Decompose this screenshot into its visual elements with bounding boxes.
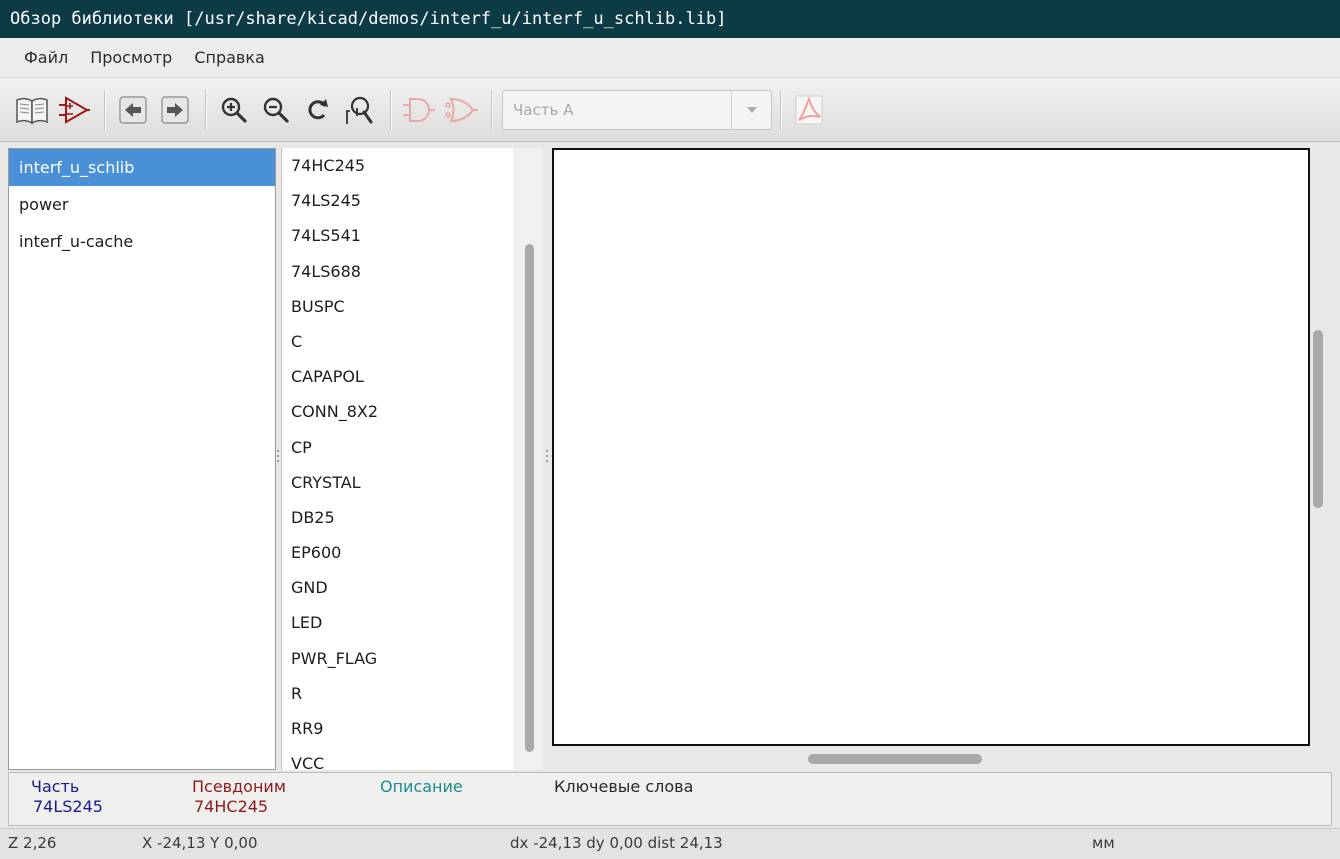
menu-file[interactable]: Файл <box>24 48 68 67</box>
component-info-panel: Часть 74LS245 Псевдоним 74HC245 Описание… <box>8 772 1332 826</box>
component-item[interactable]: C <box>282 324 543 359</box>
component-item[interactable]: 74LS541 <box>282 218 543 253</box>
splitter-handle[interactable] <box>545 448 549 462</box>
keywords-label: Ключевые слова <box>554 777 694 796</box>
component-item[interactable]: R <box>282 676 543 711</box>
library-item[interactable]: interf_u-cache <box>9 223 275 260</box>
component-list[interactable]: 74HC245 74LS245 74LS541 74LS688 BUSPC C … <box>281 148 543 770</box>
body-style-normal-icon <box>403 97 435 122</box>
component-item[interactable]: GND <box>282 570 543 605</box>
menu-help[interactable]: Справка <box>194 48 265 67</box>
description-info: Описание <box>380 777 463 797</box>
component-item[interactable]: CRYSTAL <box>282 465 543 500</box>
alias-label: Псевдоним <box>192 777 286 796</box>
library-select-button[interactable] <box>12 88 52 132</box>
previous-icon <box>119 95 147 124</box>
part-label: Часть <box>31 777 80 796</box>
component-scrollbar[interactable] <box>513 148 543 770</box>
alias-info: Псевдоним 74HC245 <box>192 777 286 817</box>
component-item[interactable]: DB25 <box>282 500 543 535</box>
part-value: 74LS245 <box>33 797 103 816</box>
menu-view[interactable]: Просмотр <box>90 48 172 67</box>
zoom-redraw-button[interactable] <box>298 88 338 132</box>
component-item[interactable]: PWR_FLAG <box>282 641 543 676</box>
component-item[interactable]: 74HC245 <box>282 148 543 183</box>
status-coords: X -24,13 Y 0,00 <box>142 834 258 852</box>
main-area: interf_u_schlib power interf_u-cache 74H… <box>0 142 1340 772</box>
splitter-handle[interactable] <box>276 448 280 462</box>
previous-button[interactable] <box>113 88 153 132</box>
chevron-down-icon <box>731 90 771 129</box>
component-item[interactable]: VCC <box>282 746 543 770</box>
component-select-button[interactable] <box>54 88 94 132</box>
library-item[interactable]: interf_u_schlib <box>9 149 275 186</box>
pdf-datasheet-button[interactable] <box>789 88 829 132</box>
pdf-datasheet-icon <box>795 95 823 124</box>
component-item[interactable]: BUSPC <box>282 289 543 324</box>
toolbar: Часть A <box>0 78 1340 142</box>
component-item[interactable]: CP <box>282 430 543 465</box>
scrollbar-thumb[interactable] <box>525 244 534 752</box>
library-list[interactable]: interf_u_schlib power interf_u-cache <box>8 148 276 770</box>
library-select-icon <box>16 97 48 124</box>
component-item[interactable]: RR9 <box>282 711 543 746</box>
part-info: Часть 74LS245 <box>31 777 103 817</box>
next-button[interactable] <box>155 88 195 132</box>
toolbar-separator <box>390 89 391 130</box>
zoom-fit-button[interactable] <box>340 88 380 132</box>
window-title: Обзор библиотеки [/usr/share/kicad/demos… <box>0 0 1340 38</box>
zoom-out-button[interactable] <box>256 88 296 132</box>
body-style-normal-button[interactable] <box>399 88 439 132</box>
body-style-demorgan-button[interactable] <box>441 88 481 132</box>
component-preview-canvas[interactable] <box>552 148 1310 746</box>
next-icon <box>161 95 189 124</box>
body-style-demorgan-icon <box>445 97 478 122</box>
description-label: Описание <box>380 777 463 796</box>
component-select-icon <box>59 95 90 124</box>
status-bar: Z 2,26 X -24,13 Y 0,00 dx -24,13 dy 0,00… <box>0 828 1340 859</box>
library-item[interactable]: power <box>9 186 275 223</box>
status-delta: dx -24,13 dy 0,00 dist 24,13 <box>510 834 723 852</box>
menu-bar: Файл Просмотр Справка <box>0 38 1340 78</box>
status-units: мм <box>1092 834 1115 852</box>
component-item[interactable]: CONN_8X2 <box>282 394 543 429</box>
preview-vertical-scrollbar[interactable] <box>1313 330 1323 508</box>
component-item[interactable]: 74LS688 <box>282 254 543 289</box>
toolbar-separator <box>491 89 492 130</box>
toolbar-separator <box>205 89 206 130</box>
component-item[interactable]: CAPAPOL <box>282 359 543 394</box>
component-item[interactable]: EP600 <box>282 535 543 570</box>
preview-horizontal-scrollbar[interactable] <box>808 754 982 764</box>
keywords-info: Ключевые слова <box>554 777 693 797</box>
zoom-in-button[interactable] <box>214 88 254 132</box>
toolbar-separator <box>104 89 105 130</box>
alias-value: 74HC245 <box>194 797 269 816</box>
zoom-fit-icon <box>346 96 373 124</box>
unit-select[interactable]: Часть A <box>502 89 772 130</box>
toolbar-separator <box>780 89 781 130</box>
component-item[interactable]: LED <box>282 605 543 640</box>
zoom-out-icon <box>263 97 289 123</box>
zoom-redraw-icon <box>308 98 328 119</box>
unit-select-value: Часть A <box>513 100 574 119</box>
status-zoom: Z 2,26 <box>8 834 57 852</box>
zoom-in-icon <box>221 97 247 123</box>
preview-area <box>550 148 1332 770</box>
component-item[interactable]: 74LS245 <box>282 183 543 218</box>
